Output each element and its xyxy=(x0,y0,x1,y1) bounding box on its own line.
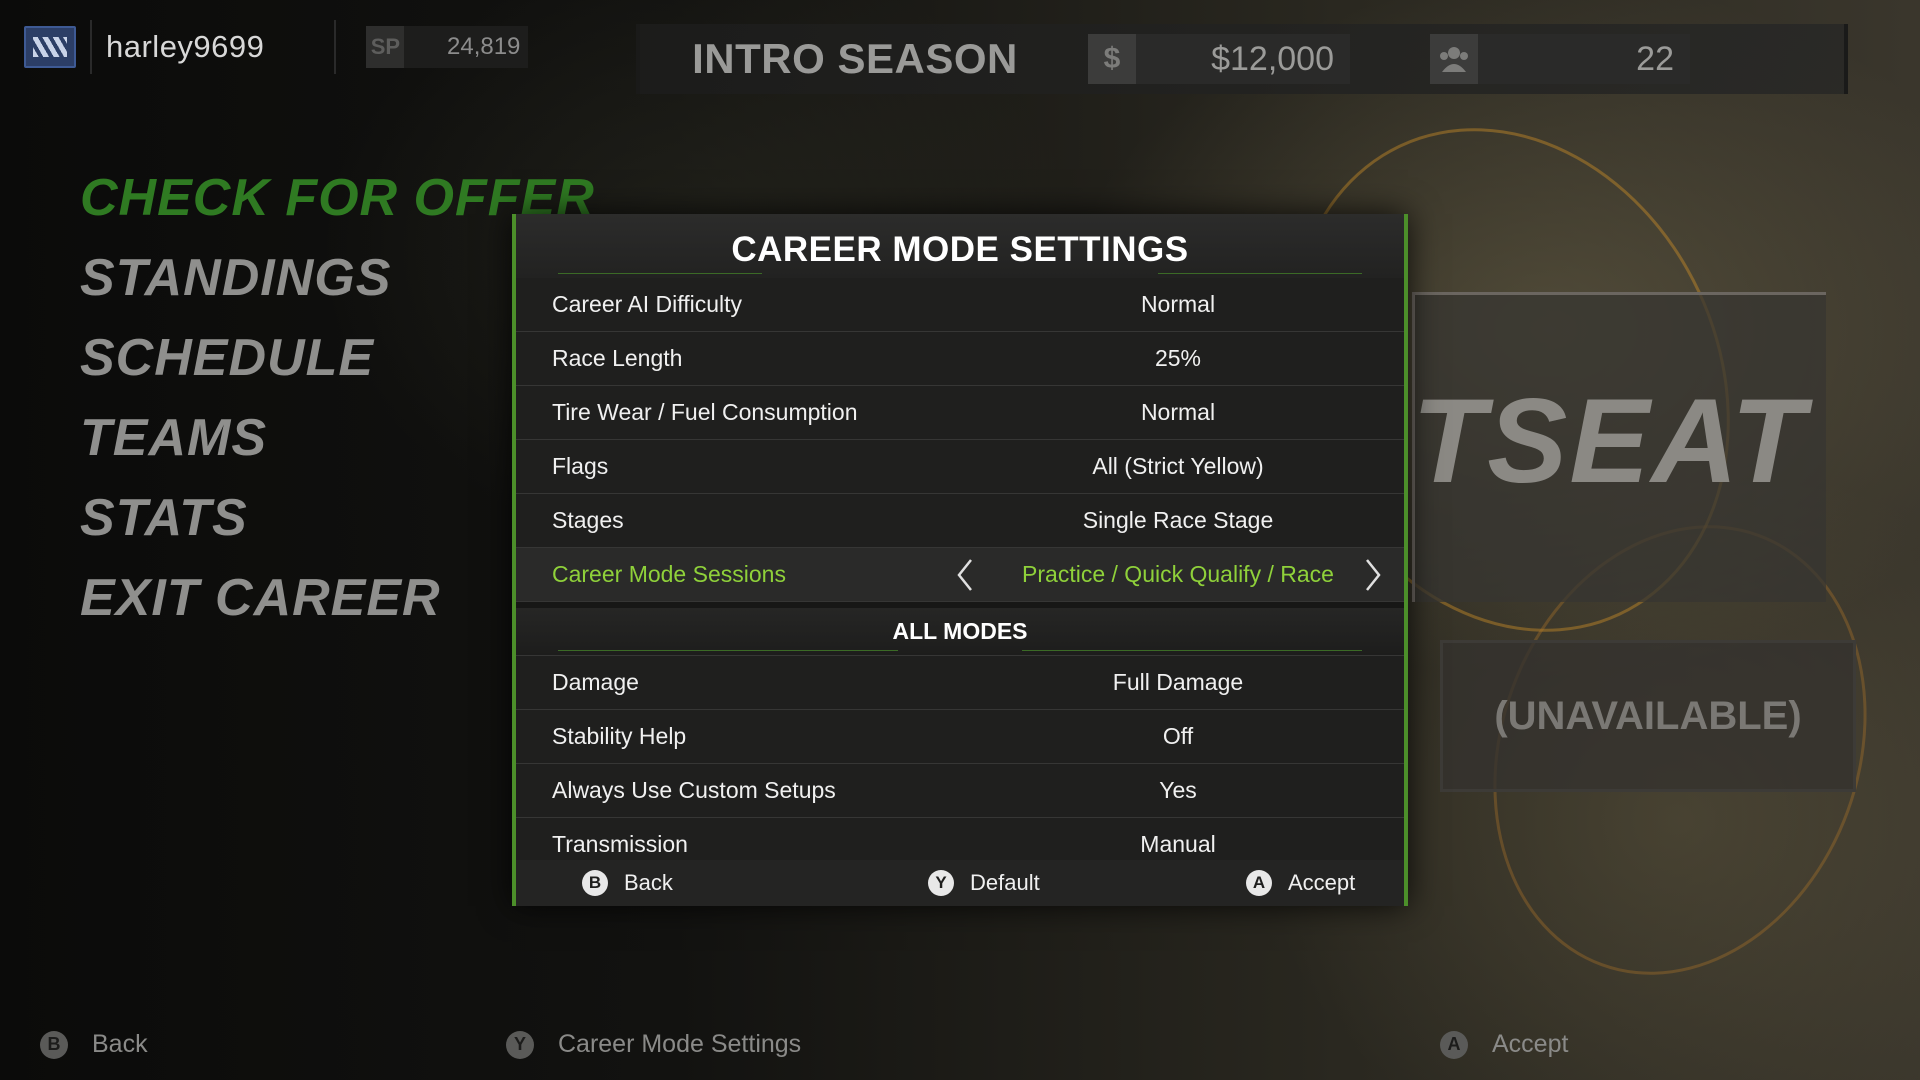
setting-value: Off xyxy=(1162,723,1194,749)
unavailable-card: (UNAVAILABLE) xyxy=(1440,640,1856,792)
career-settings-dialog: CAREER MODE SETTINGS Career AI Difficult… xyxy=(512,214,1408,906)
setting-value: Single Race Stage xyxy=(1082,507,1274,533)
fans-value: 22 xyxy=(1636,39,1674,78)
setting-value: Full Damage xyxy=(1112,669,1244,695)
setting-value: Normal xyxy=(1140,291,1216,317)
bottom-accept-button[interactable]: A Accept xyxy=(1440,1030,1568,1059)
sp-badge: SP xyxy=(366,26,405,68)
setting-custom-setups[interactable]: Always Use Custom Setups Yes xyxy=(516,764,1404,818)
money-stat: $ $12,000 xyxy=(1088,34,1350,84)
dollar-icon: $ xyxy=(1088,34,1136,84)
player-logo-icon xyxy=(24,26,76,68)
setting-value: Yes xyxy=(1159,777,1197,803)
setting-career-ai-difficulty[interactable]: Career AI Difficulty Normal xyxy=(516,278,1404,332)
setting-tire-wear-fuel[interactable]: Tire Wear / Fuel Consumption Normal xyxy=(516,386,1404,440)
setting-value: All (Strict Yellow) xyxy=(1092,453,1264,479)
section-title: ALL MODES xyxy=(892,618,1028,644)
bottom-back-button[interactable]: B Back xyxy=(40,1030,148,1059)
setting-label: Race Length xyxy=(552,345,683,371)
money-value: $12,000 xyxy=(1211,39,1334,78)
setting-value: 25% xyxy=(1154,345,1202,371)
season-title: INTRO SEASON xyxy=(692,35,1018,82)
setting-value: Normal xyxy=(1140,399,1216,425)
setting-stages[interactable]: Stages Single Race Stage xyxy=(516,494,1404,548)
sp-counter: SP 24,819 xyxy=(366,26,529,68)
divider xyxy=(90,20,92,74)
section-header-all-modes: ALL MODES xyxy=(516,602,1404,656)
setting-label: Career AI Difficulty xyxy=(552,291,743,317)
setting-label: Stages xyxy=(552,507,624,533)
top-bar: harley9699 SP 24,819 xyxy=(24,18,529,76)
button-label: Accept xyxy=(1492,1030,1569,1058)
setting-value: Practice / Quick Qualify / Race xyxy=(1022,561,1334,587)
chevron-left-icon[interactable] xyxy=(950,558,980,592)
setting-label: Tire Wear / Fuel Consumption xyxy=(552,399,858,425)
button-label: Default xyxy=(970,870,1040,895)
season-bar: INTRO SEASON $ $12,000 22 xyxy=(636,24,1848,94)
dialog-accept-button[interactable]: A Accept xyxy=(1246,870,1355,896)
dialog-footer: B Back Y Default A Accept xyxy=(516,860,1404,906)
setting-value: Manual xyxy=(1140,831,1216,857)
dialog-default-button[interactable]: Y Default xyxy=(928,870,1040,896)
button-label: Accept xyxy=(1288,870,1356,895)
setting-career-mode-sessions[interactable]: Career Mode Sessions Practice / Quick Qu… xyxy=(516,548,1404,602)
y-button-icon: Y xyxy=(506,1030,534,1059)
button-label: Back xyxy=(92,1030,148,1058)
setting-label: Stability Help xyxy=(552,723,687,749)
dialog-title: CAREER MODE SETTINGS xyxy=(731,230,1189,269)
dialog-back-button[interactable]: B Back xyxy=(582,870,673,896)
setting-label: Damage xyxy=(552,669,639,695)
dialog-header: CAREER MODE SETTINGS xyxy=(516,214,1404,278)
setting-stability-help[interactable]: Stability Help Off xyxy=(516,710,1404,764)
setting-flags[interactable]: Flags All (Strict Yellow) xyxy=(516,440,1404,494)
setting-label: Career Mode Sessions xyxy=(552,561,786,587)
header-rule xyxy=(1158,273,1362,274)
bottom-button-bar: B Back Y Career Mode Settings A Accept xyxy=(0,1016,1920,1080)
setting-race-length[interactable]: Race Length 25% xyxy=(516,332,1404,386)
setting-damage[interactable]: Damage Full Damage xyxy=(516,656,1404,710)
y-button-icon: Y xyxy=(928,870,954,896)
chevron-right-icon[interactable] xyxy=(1358,558,1388,592)
b-button-icon: B xyxy=(582,870,608,896)
header-rule xyxy=(558,650,898,651)
button-label: Back xyxy=(624,870,673,895)
setting-label: Flags xyxy=(552,453,609,479)
fans-icon xyxy=(1430,34,1478,84)
header-rule xyxy=(1022,650,1362,651)
button-label: Career Mode Settings xyxy=(558,1030,802,1058)
sp-value: 24,819 xyxy=(447,33,521,60)
bottom-career-settings-button[interactable]: Y Career Mode Settings xyxy=(506,1030,801,1059)
header-rule xyxy=(558,273,762,274)
divider xyxy=(334,20,337,74)
fans-stat: 22 xyxy=(1430,34,1690,84)
username: harley9699 xyxy=(106,29,265,64)
setting-label: Transmission xyxy=(552,831,688,857)
hot-seat-card-text: TSEAT xyxy=(1412,374,1807,508)
a-button-icon: A xyxy=(1440,1030,1468,1059)
b-button-icon: B xyxy=(40,1030,68,1059)
setting-label: Always Use Custom Setups xyxy=(552,777,836,803)
a-button-icon: A xyxy=(1246,870,1272,896)
